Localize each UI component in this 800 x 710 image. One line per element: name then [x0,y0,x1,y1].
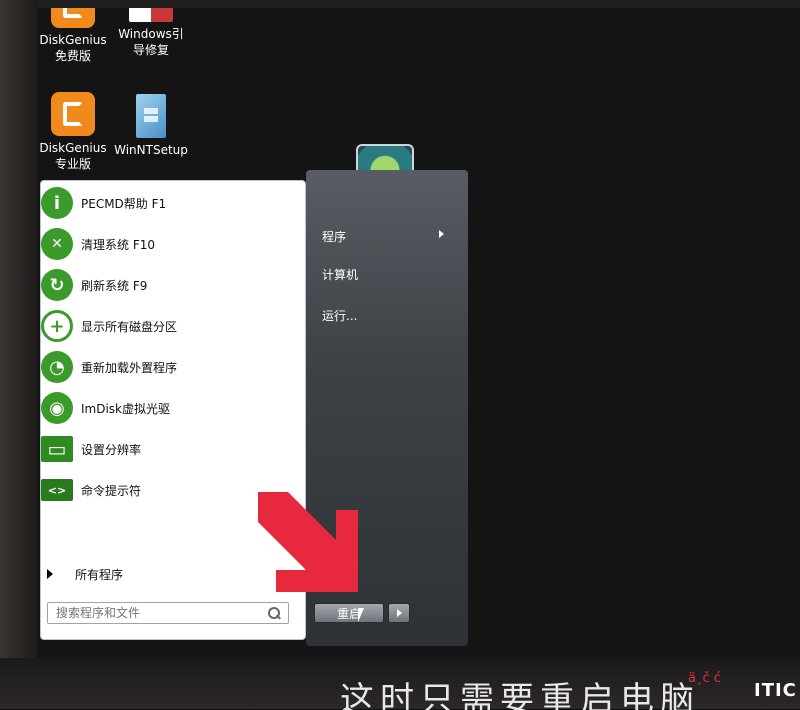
monitor-bezel-left [0,0,38,709]
right-pane-programs[interactable]: 程序 [322,228,458,245]
reload-icon: ◔ [41,351,73,383]
watermark-logo: ITIC [754,680,797,701]
red-pointer-arrow-icon [258,492,358,592]
menu-item-label: 清理系统 F10 [81,237,155,252]
desktop-icon-boot-repair[interactable]: Windows引 导修复 [106,8,196,58]
menu-item-label: ImDisk虚拟光驱 [81,401,171,416]
boot-repair-icon [129,8,173,22]
restart-options-button[interactable] [388,603,410,623]
watermark-text: ä¸č ć [688,671,721,686]
expand-arrow-icon [47,569,53,579]
search-icon[interactable] [268,607,280,619]
menu-item-label: 重新加载外置程序 [81,360,178,375]
clean-icon: ✕ [41,228,73,260]
refresh-icon: ↻ [41,269,73,301]
desktop-icon-winntsetup[interactable]: WinNTSetup [106,94,196,158]
search-box[interactable] [47,602,289,624]
menu-item-label: 命令提示符 [81,483,142,498]
desktop-icon-label: 导修复 [132,43,169,57]
menu-item-label: PECMD帮助 F1 [81,196,167,211]
start-menu: 程序 计算机 运行... i PECMD帮助 F1 ✕ 清理系统 F10 ↻ 刷… [40,170,468,646]
show-partitions-icon: + [41,310,73,342]
menu-item-refresh-system[interactable]: ↻ 刷新系统 F9 [41,267,305,303]
menu-item-pecmd-help[interactable]: i PECMD帮助 F1 [41,185,305,221]
menu-item-label: 显示所有磁盘分区 [81,319,178,334]
winntsetup-icon [136,94,166,138]
menu-item-clean-system[interactable]: ✕ 清理系统 F10 [41,226,305,262]
monitor-icon: ▭ [41,436,73,462]
menu-item-imdisk[interactable]: ◉ ImDisk虚拟光驱 [41,390,305,426]
menu-item-label: 设置分辨率 [81,442,142,457]
desktop-screen: DiskGenius 免费版 Windows引 导修复 DiskGenius 专… [38,8,800,658]
mouse-cursor-icon [358,608,370,622]
menu-item-show-partitions[interactable]: + 显示所有磁盘分区 [41,308,305,344]
menu-item-label: 刷新系统 F9 [81,278,148,293]
virtual-drive-icon: ◉ [41,392,73,424]
desktop-icon-label: WinNTSetup [114,143,188,157]
desktop-icon-label: Windows引 [118,27,184,41]
all-programs-label: 所有程序 [75,567,124,582]
diskgenius-free-icon [51,8,95,28]
right-pane-computer[interactable]: 计算机 [322,266,358,283]
programs-label: 程序 [322,230,347,244]
diskgenius-pro-icon [51,92,95,136]
search-input[interactable] [54,605,258,621]
menu-item-resolution[interactable]: ▭ 设置分辨率 [41,431,305,467]
cmd-icon: <> [41,479,73,501]
restart-button[interactable]: 重启 [314,603,384,623]
menu-item-reload-programs[interactable]: ◔ 重新加载外置程序 [41,349,305,385]
right-pane-run[interactable]: 运行... [322,307,357,324]
submenu-arrow-icon [439,230,444,238]
monitor-bezel-top [0,0,800,8]
info-icon: i [41,187,73,219]
